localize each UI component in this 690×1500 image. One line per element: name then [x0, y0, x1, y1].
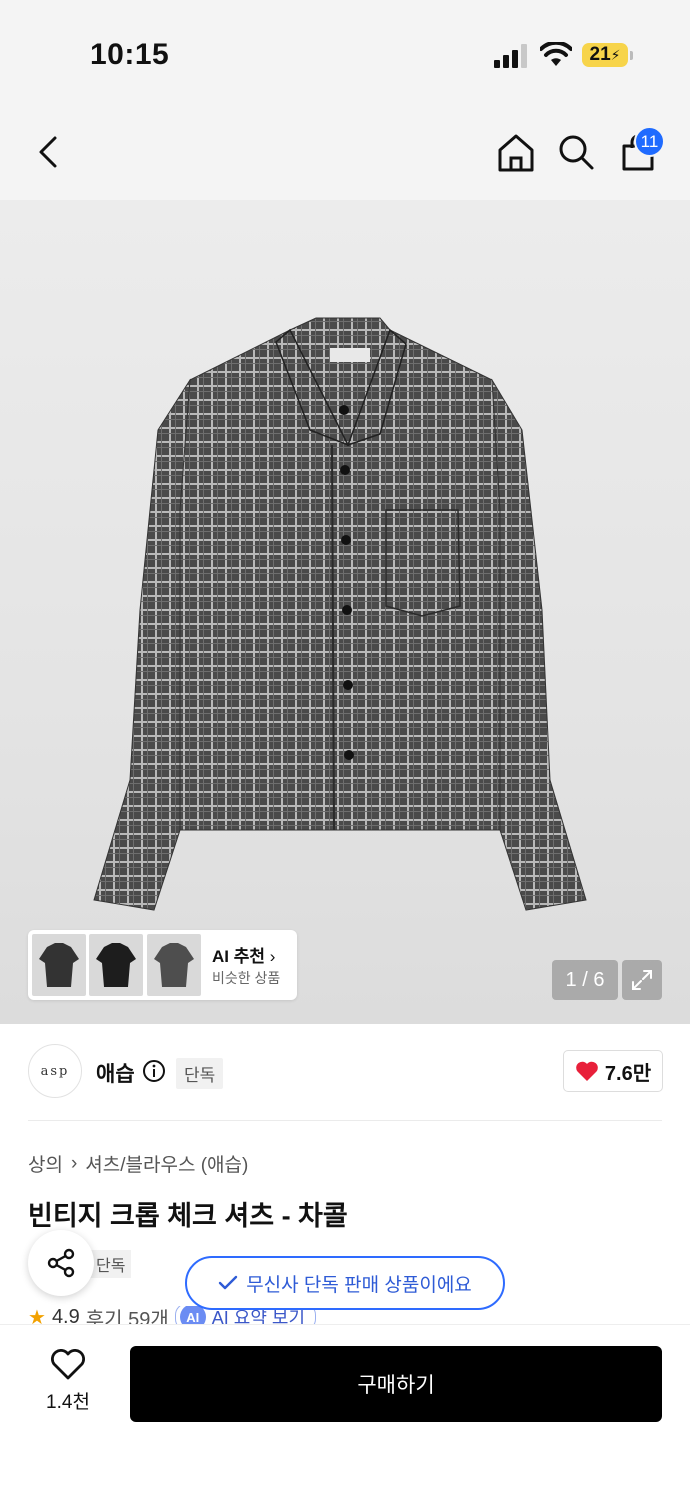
charging-icon: ⚡: [610, 46, 621, 63]
brand-like-button[interactable]: 7.6만: [563, 1050, 663, 1092]
wishlist-count: 1.4천: [46, 1392, 90, 1413]
wishlist-button[interactable]: 1.4천: [28, 1349, 108, 1419]
product-image-carousel[interactable]: AI 추천 › 비슷한 상품 1 / 6: [0, 200, 690, 1024]
toast-text: 무신사 단독 판매 상품이에요: [246, 1274, 472, 1296]
recommended-item-thumb[interactable]: [147, 934, 201, 996]
product-image: [93, 317, 587, 911]
chevron-right-icon: ›: [269, 947, 276, 966]
image-pager: 1 / 6: [552, 960, 618, 1000]
shirt-icon: [39, 943, 79, 987]
status-time: 10:15: [90, 38, 170, 71]
chevron-left-icon: [39, 136, 57, 168]
shirt-icon: [154, 943, 194, 987]
divider: [28, 1120, 662, 1121]
brand-logo-text: asp: [40, 1063, 70, 1079]
ai-recommendation-title-text: AI 추천: [212, 947, 266, 966]
signal-icon: [494, 44, 527, 68]
brand-logo[interactable]: asp: [28, 1044, 82, 1098]
status-bar: 10:15 21 ⚡: [0, 0, 690, 108]
ai-recommendation-title: AI 추천 ›: [212, 942, 275, 967]
cart-count-badge: 11: [634, 126, 665, 157]
expand-icon: [632, 970, 652, 990]
breadcrumb-category[interactable]: 상의: [28, 1150, 63, 1177]
battery-cap: [630, 51, 633, 60]
search-icon: [559, 135, 594, 170]
ai-recommendation-card[interactable]: AI 추천 › 비슷한 상품: [28, 930, 297, 1000]
recommended-item-thumb[interactable]: [32, 934, 86, 996]
brand-like-count: 7.6만: [604, 1062, 652, 1085]
heart-filled-icon: [576, 1061, 598, 1081]
battery-level: 21: [589, 44, 611, 65]
brand-name[interactable]: 애습: [96, 1058, 135, 1088]
bottom-action-bar: 1.4천 구매하기: [0, 1324, 690, 1500]
exclusive-toast: 무신사 단독 판매 상품이에요: [185, 1256, 505, 1310]
shirt-icon: [96, 943, 136, 987]
share-button[interactable]: [28, 1230, 94, 1296]
info-icon[interactable]: [142, 1059, 166, 1083]
home-icon: [498, 134, 534, 172]
breadcrumb: 상의 › 셔츠/블라우스 (애습): [28, 1150, 248, 1177]
wifi-icon: [540, 42, 572, 66]
battery-indicator: 21 ⚡: [582, 43, 628, 67]
chevron-right-icon: ›: [70, 1152, 78, 1174]
heart-outline-icon: [51, 1349, 85, 1380]
back-button[interactable]: [26, 130, 70, 174]
exclusive-badge: 단독: [176, 1058, 224, 1089]
exclusive-tag: 단독: [90, 1250, 132, 1278]
ai-recommendation-subtitle: 비슷한 상품: [212, 970, 281, 986]
share-icon: [47, 1248, 75, 1278]
fullscreen-button[interactable]: [622, 960, 662, 1000]
check-icon: [218, 1275, 238, 1290]
search-button[interactable]: [554, 130, 598, 174]
home-button[interactable]: [494, 130, 538, 176]
top-nav: [0, 108, 690, 200]
buy-button[interactable]: 구매하기: [130, 1346, 662, 1422]
recommended-item-thumb[interactable]: [89, 934, 143, 996]
breadcrumb-subcategory[interactable]: 셔츠/블라우스 (애습): [85, 1150, 248, 1177]
product-title: 빈티지 크롭 체크 셔츠 - 차콜: [28, 1201, 348, 1231]
